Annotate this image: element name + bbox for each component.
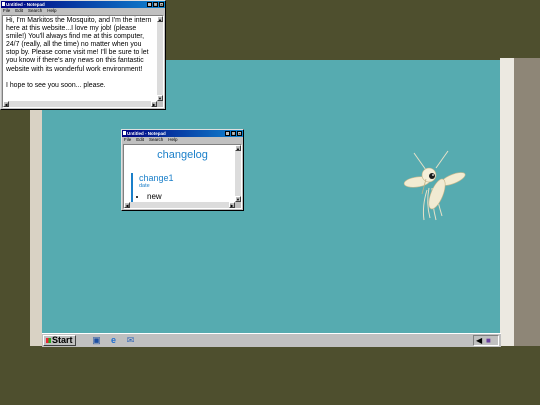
horizontal-scrollbar[interactable]: ◀ ▶	[124, 202, 235, 208]
monitor-bezel-right	[500, 58, 514, 346]
notepad-icon	[2, 2, 5, 6]
menu-edit[interactable]: Edit	[136, 137, 144, 143]
menu-file[interactable]: File	[3, 8, 10, 14]
vertical-scrollbar[interactable]: ▲ ▼	[157, 16, 163, 101]
minimize-button[interactable]: _	[147, 2, 152, 7]
changelog-heading: changelog	[157, 149, 208, 161]
changelog-notepad-window[interactable]: Untitled - Notepad _ □ × File Edit Searc…	[121, 129, 244, 211]
mosquito-eye-shine	[432, 174, 434, 176]
changelog-notepad-titlebar[interactable]: Untitled - Notepad _ □ ×	[122, 130, 243, 137]
intro-notepad-window[interactable]: Untitled - Notepad _ □ × File Edit Searc…	[0, 0, 166, 110]
entry-title: change1	[139, 173, 174, 183]
resize-grip[interactable]	[157, 101, 163, 107]
intro-notepad-titlebar[interactable]: Untitled - Notepad _ □ ×	[1, 1, 165, 8]
menu-edit[interactable]: Edit	[15, 8, 23, 14]
horizontal-scrollbar[interactable]: ◀ ▶	[3, 101, 157, 107]
close-button[interactable]: ×	[237, 131, 242, 136]
resize-grip[interactable]	[235, 202, 241, 208]
scroll-up-button[interactable]: ▲	[157, 16, 163, 22]
system-tray: ◀ ■	[473, 335, 499, 346]
menu-search[interactable]: Search	[28, 8, 42, 14]
windows-logo-icon	[46, 338, 51, 343]
vertical-scrollbar[interactable]: ▲ ▼	[235, 145, 241, 202]
monitor-shadow	[514, 58, 540, 346]
start-label: Start	[52, 335, 73, 345]
minimize-button[interactable]: _	[225, 131, 230, 136]
intro-notepad-title: Untitled - Notepad	[6, 2, 45, 7]
menu-file[interactable]: File	[124, 137, 131, 143]
entry-item: new	[147, 192, 241, 202]
ie-icon[interactable]: e	[108, 335, 119, 346]
taskbar: Start ▣ e ✉ ◀ ■	[42, 333, 501, 347]
mosquito-eye	[429, 173, 435, 179]
desktop-icon[interactable]: ▣	[91, 335, 102, 346]
intro-message: Hi, I'm Markitos the Mosquito, and I'm t…	[6, 17, 152, 89]
entry-date: date	[139, 183, 150, 189]
intro-notepad-menubar: File Edit Search Help	[1, 8, 165, 14]
intro-notepad-text-area[interactable]: Hi, I'm Markitos the Mosquito, and I'm t…	[2, 15, 164, 108]
outlook-icon[interactable]: ✉	[125, 335, 136, 346]
mosquito-character[interactable]	[396, 148, 468, 224]
changelog-text-area[interactable]: changelog change1 date new new ▲ ▼ ◀ ▶	[123, 144, 242, 209]
changelog-notepad-title: Untitled - Notepad	[127, 131, 166, 136]
menu-help[interactable]: Help	[47, 8, 56, 14]
close-button[interactable]: ×	[159, 2, 164, 7]
scroll-left-button[interactable]: ◀	[3, 101, 9, 107]
notepad-icon	[123, 131, 126, 135]
menu-search[interactable]: Search	[149, 137, 163, 143]
changelog-notepad-menubar: File Edit Search Help	[122, 137, 243, 143]
maximize-button[interactable]: □	[231, 131, 236, 136]
scroll-up-button[interactable]: ▲	[235, 145, 241, 151]
menu-help[interactable]: Help	[168, 137, 177, 143]
start-button[interactable]: Start	[43, 335, 76, 346]
scroll-left-button[interactable]: ◀	[124, 202, 130, 208]
maximize-button[interactable]: □	[153, 2, 158, 7]
network-icon[interactable]: ■	[486, 336, 491, 345]
volume-icon[interactable]: ◀	[476, 336, 482, 345]
